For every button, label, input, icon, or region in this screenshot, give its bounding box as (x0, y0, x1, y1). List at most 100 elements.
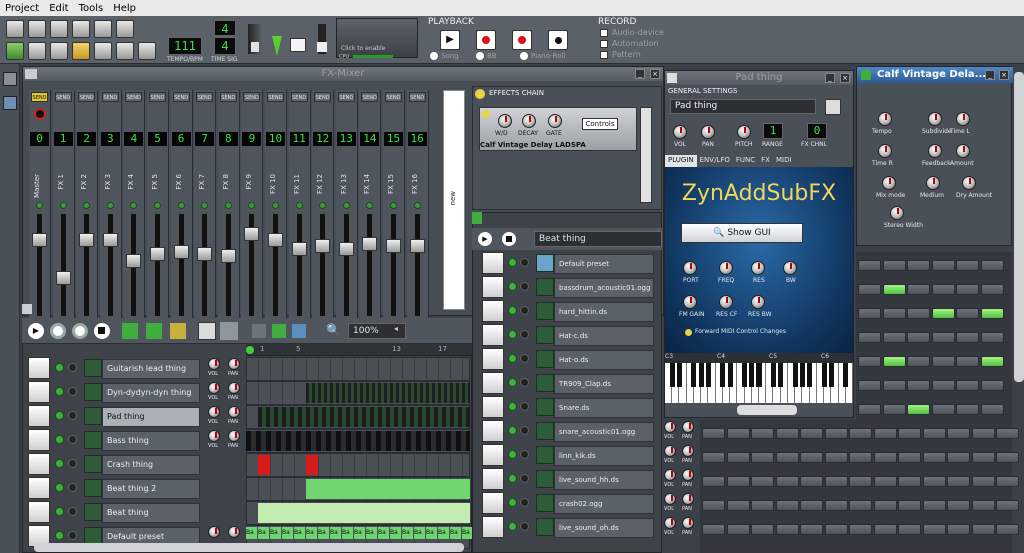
audio-file-icon[interactable] (536, 350, 554, 368)
default-preset-clip[interactable]: Ba (342, 527, 353, 539)
default-preset-clip[interactable]: Ba (450, 527, 461, 539)
step-pad[interactable] (980, 284, 1004, 295)
project-notes-icon[interactable] (138, 42, 156, 60)
black-key[interactable] (807, 363, 813, 387)
step-pad[interactable] (996, 428, 1019, 439)
step-pad[interactable] (980, 380, 1004, 391)
beat-instrument-name[interactable]: Hat-o.ds (554, 350, 654, 370)
calf-knob-time-r[interactable] (878, 144, 892, 158)
black-key[interactable] (821, 363, 827, 387)
beat-editor-icon[interactable] (28, 42, 46, 60)
automation-checkbox[interactable] (600, 40, 608, 48)
send-button[interactable]: SEND (337, 92, 355, 102)
calf-knob-stereo-width[interactable] (890, 206, 904, 220)
controller-rack-icon[interactable] (116, 42, 134, 60)
step-pad[interactable] (751, 524, 774, 535)
track-solo-led[interactable] (68, 531, 77, 540)
track-mute-led[interactable] (55, 459, 64, 468)
tab-midi[interactable]: MIDI (773, 155, 795, 167)
mute-led[interactable] (59, 202, 67, 209)
track-pan-knob[interactable] (228, 382, 240, 394)
default-preset-clip[interactable]: Ba (294, 527, 305, 539)
step-pad[interactable] (996, 500, 1019, 511)
track-instrument-icon[interactable] (84, 479, 102, 497)
play-button[interactable]: ▶ (440, 30, 460, 50)
range-display[interactable]: 1 (763, 123, 783, 139)
step-pad[interactable] (873, 500, 897, 511)
black-key[interactable] (828, 363, 834, 387)
step-pad[interactable] (726, 524, 750, 535)
beat-pan-knob[interactable] (682, 517, 694, 529)
mute-led[interactable] (319, 202, 327, 209)
step-pad[interactable] (800, 476, 823, 487)
fx-mixer-minimize-icon[interactable]: _ (635, 69, 645, 79)
track-instrument-icon[interactable] (84, 431, 102, 449)
track-mute-led[interactable] (55, 411, 64, 420)
sync-icon[interactable] (292, 324, 306, 338)
step-pad[interactable] (907, 356, 930, 367)
step-pad[interactable] (800, 500, 823, 511)
step-pad[interactable] (858, 332, 881, 343)
mute-led[interactable] (36, 202, 43, 209)
mute-led[interactable] (201, 202, 209, 209)
step-pad[interactable] (996, 524, 1019, 535)
arrow-icon[interactable] (252, 324, 266, 338)
menu-help[interactable]: Help (108, 3, 141, 14)
step-pad[interactable] (849, 524, 872, 535)
calf-knob-feedback[interactable] (928, 144, 942, 158)
send-button[interactable]: SEND (196, 92, 214, 102)
step-pad[interactable] (947, 524, 970, 535)
beat-solo-led[interactable] (520, 450, 529, 459)
track-solo-led[interactable] (68, 435, 77, 444)
record-while-playing-button[interactable] (512, 30, 532, 50)
beat-vol-knob[interactable] (664, 493, 676, 505)
beat-instrument-name[interactable]: Snare.ds (554, 398, 654, 418)
save-project-icon[interactable] (94, 20, 112, 38)
calf-knob-amount[interactable] (956, 144, 970, 158)
track-actions-icon[interactable] (28, 405, 50, 427)
default-preset-clip[interactable]: Ba (318, 527, 329, 539)
track-vol-knob[interactable] (208, 382, 220, 394)
effect-controls-button[interactable]: Controls (582, 118, 618, 130)
send-button[interactable]: SEND (125, 92, 143, 102)
mixer-channel-12[interactable]: SEND 12 FX 12 (312, 90, 335, 320)
instrument-pan-knob[interactable] (701, 125, 715, 139)
fader-handle[interactable] (32, 233, 47, 248)
timesig-denominator[interactable]: 4 (214, 37, 236, 55)
step-pad[interactable] (873, 452, 897, 463)
default-preset-clip[interactable]: Ba (270, 527, 281, 539)
open-project-icon[interactable] (50, 20, 68, 38)
step-pad[interactable] (858, 260, 881, 271)
beat-solo-led[interactable] (520, 354, 529, 363)
step-pad[interactable] (931, 380, 955, 391)
decay-knob[interactable] (522, 114, 536, 128)
beat-track-actions-icon[interactable] (482, 348, 504, 370)
track-actions-icon[interactable] (28, 429, 50, 451)
automation-editor-icon[interactable] (72, 42, 90, 60)
beat-instrument-name[interactable]: Default preset (554, 254, 654, 274)
track-vol-knob[interactable] (208, 430, 220, 442)
instrument-pitch-knob[interactable] (737, 125, 751, 139)
mute-led[interactable] (83, 202, 91, 209)
track-pan-knob[interactable] (228, 406, 240, 418)
beat-mute-led[interactable] (508, 474, 517, 483)
fader-handle[interactable] (55, 271, 71, 286)
fader-handle[interactable] (102, 233, 118, 248)
default-preset-clip[interactable]: Ba (426, 527, 437, 539)
send-button[interactable]: SEND (314, 92, 332, 102)
pad-pattern-clip[interactable] (258, 407, 470, 427)
mixer-channel-8[interactable]: SEND 8 FX 8 (217, 90, 240, 320)
fx-mixer-icon[interactable] (94, 42, 112, 60)
step-pad[interactable] (922, 428, 946, 439)
track-name[interactable]: Dyn-dydyn-dyn thing (102, 383, 200, 403)
step-pad[interactable] (996, 452, 1019, 463)
black-key[interactable] (756, 363, 762, 387)
track-solo-led[interactable] (68, 363, 77, 372)
bass-pattern-clip[interactable] (246, 431, 470, 451)
step-pad[interactable] (873, 524, 897, 535)
fader-handle[interactable] (268, 233, 283, 248)
audio-file-icon[interactable] (536, 374, 554, 392)
track-actions-icon[interactable] (28, 501, 50, 523)
beat-mute-led[interactable] (508, 282, 517, 291)
step-pad[interactable] (956, 260, 979, 271)
